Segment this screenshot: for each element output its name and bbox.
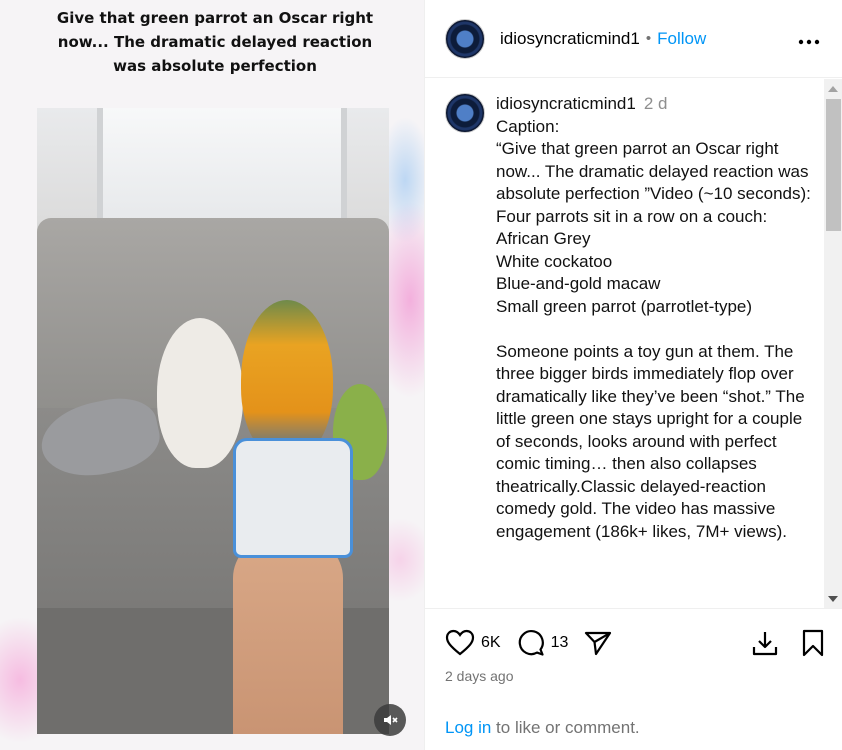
avatar[interactable] (445, 93, 485, 133)
caption-comment: idiosyncraticmind1 2 d Caption: “Give tha… (445, 93, 825, 543)
comment-icon (518, 630, 544, 656)
comment-author[interactable]: idiosyncraticmind1 (496, 94, 636, 113)
comment-count: 13 (550, 634, 569, 651)
media-overlay-caption: Give that green parrot an Oscar right no… (56, 9, 374, 75)
download-button[interactable] (751, 629, 779, 657)
comment-button[interactable] (517, 629, 545, 657)
scroll-up-arrow[interactable] (828, 86, 838, 92)
video-player[interactable] (37, 108, 389, 734)
heart-icon (445, 629, 475, 656)
post-header: idiosyncraticmind1 • Follow (425, 0, 842, 78)
mute-button[interactable] (374, 704, 406, 736)
share-icon (585, 631, 612, 656)
comments-scrollbar[interactable] (824, 79, 842, 608)
bookmark-icon (802, 629, 824, 657)
scroll-thumb[interactable] (826, 99, 841, 231)
media-panel: Give that green parrot an Oscar right no… (0, 0, 424, 750)
login-prompt: Log in to like or comment. (445, 718, 640, 738)
download-icon (752, 632, 778, 656)
share-button[interactable] (584, 630, 612, 656)
avatar[interactable] (445, 18, 485, 59)
blue-gold-macaw (241, 300, 333, 460)
follow-button[interactable]: Follow (657, 29, 706, 49)
more-horizontal-icon (798, 39, 820, 45)
comment-text: Caption: “Give that green parrot an Osca… (496, 116, 811, 541)
hand-arm (233, 538, 343, 734)
header-separator: • (645, 30, 652, 47)
speaker-muted-icon (384, 715, 398, 725)
login-link[interactable]: Log in (445, 718, 491, 737)
comments-area[interactable]: idiosyncraticmind1 2 d Caption: “Give tha… (425, 79, 842, 609)
scroll-down-arrow[interactable] (828, 596, 838, 602)
comment-timestamp: 2 d (643, 94, 668, 113)
video-window-background (97, 108, 347, 228)
like-count: 6K (481, 634, 501, 651)
post-author-username[interactable]: idiosyncraticmind1 (500, 29, 640, 49)
toy-gun (233, 438, 353, 558)
login-suffix: to like or comment. (491, 718, 640, 737)
like-button[interactable] (445, 629, 475, 657)
white-cockatoo (157, 318, 243, 468)
post-sidebar: idiosyncraticmind1 • Follow idiosyncrati… (424, 0, 842, 750)
action-bar: 6K 13 (445, 626, 825, 660)
more-options-button[interactable] (798, 27, 820, 49)
posted-time: 2 days ago (445, 668, 514, 684)
bookmark-button[interactable] (801, 629, 825, 657)
